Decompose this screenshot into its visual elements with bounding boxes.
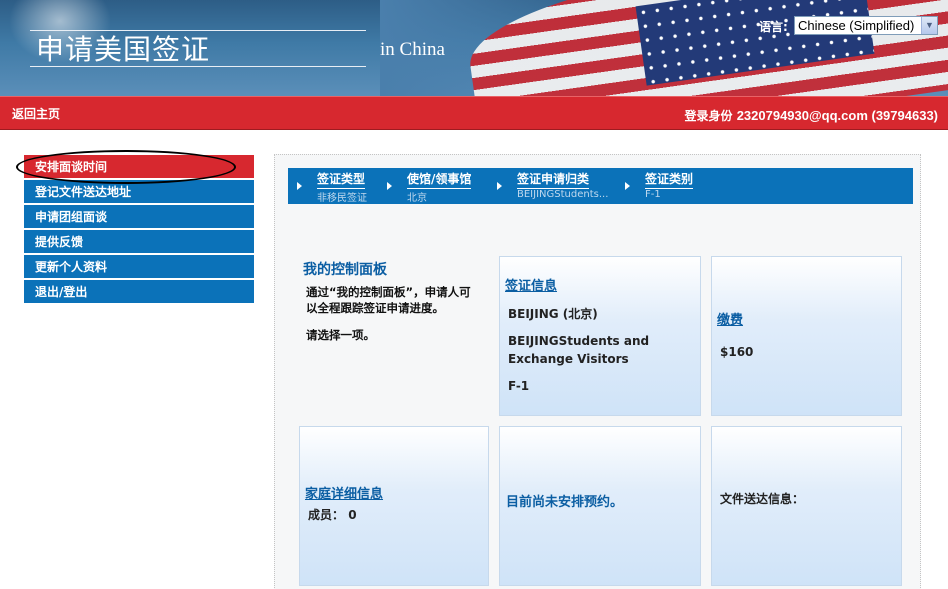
- visa-info-card: 签证信息 BEIJING (北京) BEIJINGStudents and Ex…: [499, 256, 701, 416]
- chevron-down-icon[interactable]: ▼: [921, 17, 937, 34]
- sidebar-item-update-profile[interactable]: 更新个人资料: [24, 255, 254, 278]
- family-details-link[interactable]: 家庭详细信息: [305, 483, 383, 502]
- payment-card: 缴费 $160: [711, 256, 902, 416]
- arrow-right-icon: [625, 182, 630, 190]
- family-card: 家庭详细信息 成员： 0: [299, 426, 489, 586]
- payment-link[interactable]: 缴费: [717, 309, 743, 328]
- login-identity: 登录身份 2320794930@qq.com (39794633): [684, 107, 938, 124]
- top-nav-bar: 返回主页 登录身份 2320794930@qq.com (39794633): [0, 96, 948, 130]
- breadcrumb-title: 签证申请归类: [517, 170, 590, 189]
- visa-post: BEIJING (北京): [508, 307, 598, 321]
- login-label: 登录身份: [684, 109, 733, 123]
- breadcrumb-value: 非移民签证: [317, 193, 367, 204]
- dashboard-title: 我的控制面板: [303, 262, 387, 278]
- payment-amount: $160: [720, 345, 754, 359]
- breadcrumb-value: 北京: [407, 193, 427, 204]
- breadcrumb-title: 签证类型: [317, 170, 366, 189]
- delivery-card: 文件送达信息：: [711, 426, 902, 586]
- arrow-right-icon: [497, 182, 502, 190]
- sidebar-item-feedback[interactable]: 提供反馈: [24, 230, 254, 253]
- title-rule-bottom: [30, 66, 366, 67]
- members-value: 0: [348, 508, 357, 522]
- login-value: 2320794930@qq.com (39794633): [736, 108, 938, 123]
- breadcrumb-title: 使馆/领事馆: [407, 170, 472, 189]
- highlight-circle-annotation: [16, 150, 236, 184]
- main-panel: 签证类型 非移民签证 使馆/领事馆 北京 签证申请归类 BEIJINGStude…: [274, 154, 921, 589]
- language-label: 语言:: [759, 20, 788, 34]
- dashboard-prompt: 请选择一项。: [306, 328, 375, 342]
- arrow-right-icon: [387, 182, 392, 190]
- site-title: 申请美国签证: [36, 33, 211, 66]
- home-link[interactable]: 返回主页: [12, 105, 60, 122]
- sidebar-item-logout[interactable]: 退出/登出: [24, 280, 254, 303]
- breadcrumb-value: BEIJINGStudents...: [517, 189, 609, 200]
- arrow-right-icon: [297, 182, 302, 190]
- visa-category: BEIJINGStudents and Exchange Visitors: [508, 334, 650, 366]
- breadcrumb-value: F-1: [645, 189, 661, 200]
- family-members: 成员： 0: [308, 506, 357, 524]
- header-banner: 申请美国签证 in China 语言: Chinese (Simplified)…: [0, 0, 948, 96]
- members-label: 成员：: [308, 508, 345, 522]
- language-selected-value: Chinese (Simplified): [798, 18, 915, 33]
- sidebar-item-group-interview[interactable]: 申请团组面谈: [24, 205, 254, 228]
- delivery-label: 文件送达信息：: [720, 492, 805, 506]
- breadcrumb-title: 签证类别: [645, 170, 694, 189]
- appointment-card: 目前尚未安排预约。: [499, 426, 701, 586]
- application-breadcrumb: 签证类型 非移民签证 使馆/领事馆 北京 签证申请归类 BEIJINGStude…: [288, 168, 913, 204]
- appointment-status: 目前尚未安排预约。: [506, 495, 624, 510]
- visa-info-link[interactable]: 签证信息: [505, 275, 557, 294]
- visa-class: F-1: [508, 379, 530, 393]
- language-select[interactable]: Chinese (Simplified) ▼: [794, 16, 938, 35]
- dashboard-description: 通过“我的控制面板”，申请人可以全程跟踪签证申请进度。: [306, 285, 471, 315]
- region-label: in China: [380, 39, 445, 60]
